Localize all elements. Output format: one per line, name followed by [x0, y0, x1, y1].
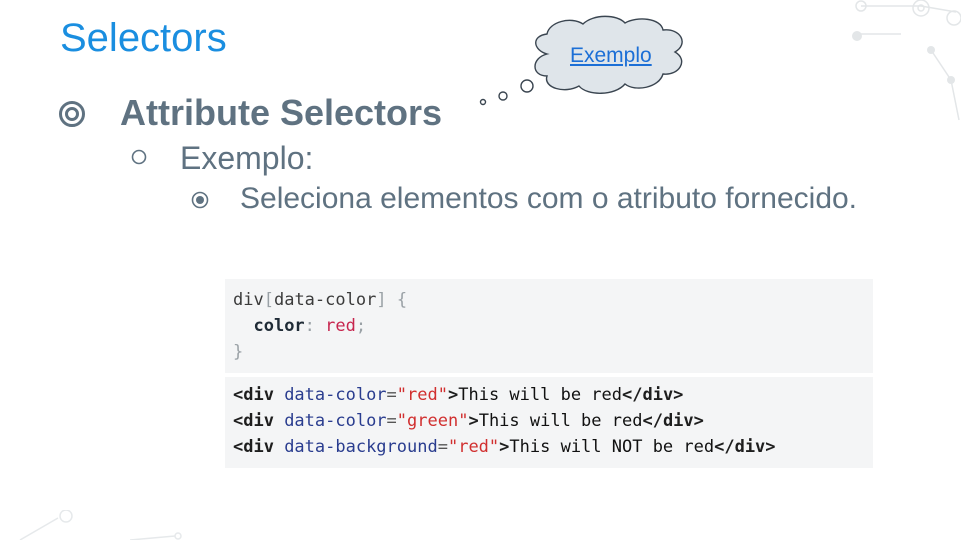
network-nodes-icon: [19, 510, 182, 540]
html-text: This will be red: [458, 385, 622, 405]
bullet-level2-text: Exemplo:: [180, 140, 314, 176]
dot-circle-icon: [191, 191, 209, 209]
html-attr-value: "green": [396, 411, 469, 431]
html-code-line: <div data-color="red">This will be red</…: [233, 385, 683, 405]
html-equals: =: [437, 437, 448, 457]
html-tag-open: <div: [233, 385, 274, 405]
html-attribute: data-color: [273, 411, 387, 431]
code-example: div[data-color] { color: red; } <div dat…: [225, 279, 873, 468]
css-bracket-close: ]: [376, 290, 387, 310]
css-code-line: div[data-color] {: [233, 290, 407, 310]
css-bracket-open: [: [263, 290, 274, 310]
network-nodes-icon: [852, 0, 961, 121]
html-attr-value: "red": [447, 437, 500, 457]
html-tag-open: <div: [233, 411, 274, 431]
html-tag-end: </div>: [714, 437, 776, 457]
html-equals: =: [386, 411, 397, 431]
css-attribute: data-color: [273, 290, 377, 310]
html-tag-open: <div: [233, 437, 274, 457]
css-code-line: }: [233, 342, 243, 362]
css-brace-open: {: [386, 290, 408, 310]
css-property: color: [253, 316, 305, 336]
css-brace-close: }: [233, 342, 244, 362]
css-indent: [233, 316, 253, 336]
css-selector: div: [233, 290, 264, 310]
bullet-level1-text: Attribute Selectors: [120, 92, 443, 133]
html-text: This will be red: [478, 411, 643, 431]
slide-title: Selectors: [60, 16, 227, 60]
html-attr-value: "red": [396, 385, 448, 405]
html-tag-close-bracket: >: [447, 385, 459, 405]
html-tag-close-bracket: >: [468, 411, 479, 431]
css-value: red: [325, 316, 356, 336]
hollow-circle-icon: [131, 149, 147, 165]
bullet-level3-text: Seleciona elementos com o atributo forne…: [240, 182, 858, 215]
html-text: This will NOT be red: [509, 437, 715, 457]
html-equals: =: [386, 385, 397, 405]
html-tag-close-bracket: >: [499, 437, 510, 457]
html-code-line: <div data-background="red">This will NOT…: [233, 437, 776, 457]
slide: Selectors Exemplo Attribute Selectors Ex…: [0, 0, 961, 540]
css-code-line: color: red;: [233, 316, 366, 336]
code-divider: [225, 373, 873, 377]
css-semicolon: ;: [355, 316, 367, 336]
exemplo-link[interactable]: Exemplo: [570, 44, 652, 68]
html-attribute: data-color: [273, 385, 387, 405]
html-tag-end: </div>: [642, 411, 704, 431]
html-tag-end: </div>: [622, 385, 684, 405]
css-colon: :: [304, 316, 326, 336]
html-attribute: data-background: [273, 437, 438, 457]
html-code-line: <div data-color="green">This will be red…: [233, 411, 704, 431]
double-circle-icon: [59, 101, 85, 127]
